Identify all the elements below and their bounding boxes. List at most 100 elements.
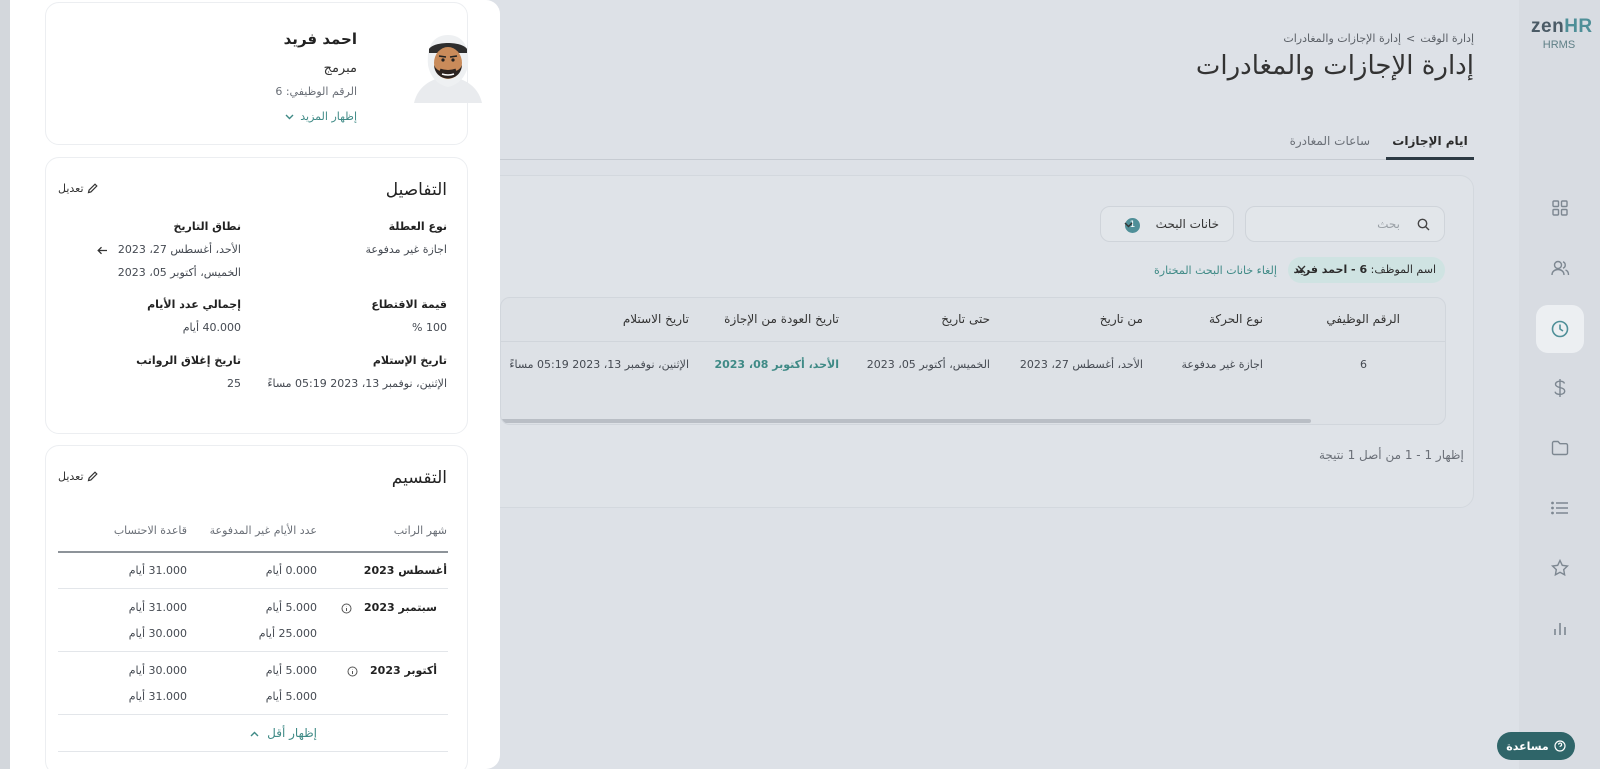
pagination-summary: إظهار 1 - 1 من أصل 1 نتيجة [1319,448,1464,462]
details-title: التفاصيل [385,180,447,200]
filter-fields-button[interactable]: خانات البحث 1 [1100,206,1234,242]
show-more-button[interactable]: إظهار المزيد [285,110,357,123]
close-icon[interactable] [1296,264,1307,275]
nav-requests[interactable] [1540,488,1580,528]
deduction-value: 100 % [412,321,447,334]
column-header-employee-id: الرقم الوظيفي [1326,312,1400,326]
month-value: أغسطس 2023 [363,564,447,577]
dollar-icon [1554,379,1566,397]
list-icon [1551,501,1568,515]
basis-value: 31.000 أيام [128,601,187,614]
nav-documents[interactable] [1540,428,1580,468]
column-header-salary-month: شهر الراتب [393,524,447,537]
app-sidebar: zenHR HRMS [1519,0,1600,769]
help-button[interactable]: مساعدة [1497,732,1575,760]
edit-label: تعديل [58,182,84,195]
info-icon[interactable] [341,603,352,614]
tab-departure-hours[interactable]: ساعات المغادرة [1290,134,1370,148]
row-divider [58,651,448,652]
page-title: إدارة الإجازات والمغادرات [1195,51,1474,81]
unpaid-days-value: 0.000 أيام [265,564,317,577]
leave-details-panel: احمد فريد مبرمج الرقم الوظيفي: 6 إظهار ا… [0,0,500,769]
cell-to-date: الخميس، أكتوبر 05، 2023 [866,358,990,371]
nav-payroll[interactable] [1540,368,1580,408]
payroll-close-label: تاريخ إغلاق الرواتب [136,354,241,367]
logo-accent: HR [1564,16,1593,37]
info-icon[interactable] [347,666,358,677]
basis-value: 31.000 أيام [128,690,187,703]
tab-leave-days[interactable]: ايام الإجازات [1386,134,1474,160]
unpaid-days-value: 5.000 أيام [265,664,317,677]
chevron-down-icon [1124,222,1133,228]
users-icon [1551,260,1570,276]
month-cell: سبتمبر 2023 [341,601,437,614]
deduction-label: قيمة الاقتطاع [371,298,447,311]
cell-employee-id: 6 [1360,358,1367,371]
division-title: التقسيم [391,468,447,488]
clear-filters-link[interactable]: إلغاء خانات البحث المختارة [1154,264,1277,277]
date-range-label: نطاق التاريخ [173,220,241,233]
unpaid-days-value: 5.000 أيام [265,690,317,703]
avatar [414,35,482,103]
clock-icon [1551,320,1569,338]
basis-value: 30.000 أيام [128,627,187,640]
edit-division-button[interactable]: تعديل [58,470,98,483]
received-date-value: الإثنين، نوفمبر 13، 2023 05:19 مساءً [267,377,447,390]
logo-text: zen [1531,16,1565,37]
zenhr-logo[interactable]: zenHR HRMS [1531,16,1592,51]
column-header-to-date: حتى تاريخ [941,312,990,326]
basis-value: 31.000 أيام [128,564,187,577]
row-divider [58,751,448,752]
filter-label: خانات البحث [1155,217,1219,231]
date-from-value: الأحد، أغسطس 27، 2023 [117,243,241,256]
nav-dashboard[interactable] [1540,188,1580,228]
arrow-left-icon [97,246,108,254]
total-days-value: 40.000 أيام [182,321,241,334]
cell-return-date[interactable]: الأحد، أكتوبر 08، 2023 [714,358,839,371]
help-label: مساعدة [1506,739,1549,753]
search-input[interactable]: بحث [1245,206,1445,242]
breadcrumb-current: إدارة الإجازات والمغادرات [1283,32,1402,45]
question-icon [1554,740,1566,752]
leave-type-value: اجازة غير مدفوعة [365,243,448,256]
cell-transaction-type: اجازة غير مدفوعة [1181,358,1264,371]
edit-details-button[interactable]: تعديل [58,182,98,195]
cell-received-date: الإثنين، نوفمبر 13، 2023 05:19 مساءً [509,358,689,371]
nav-reports[interactable] [1540,608,1580,648]
pencil-icon [87,471,98,482]
horizontal-scrollbar[interactable] [501,419,1311,423]
column-header-calc-basis: قاعدة الاحتساب [113,524,187,537]
active-filter-chip: اسم الموظف: 6 - احمد فريد [1288,257,1445,283]
table-header-divider [501,341,1445,342]
show-less-label: إظهار أقل [267,726,317,740]
employee-id: الرقم الوظيفي: 6 [275,85,357,98]
nav-performance[interactable] [1540,548,1580,588]
breadcrumb-time-management[interactable]: إدارة الوقت [1420,32,1474,45]
nav-time-management[interactable] [1536,305,1584,353]
column-header-return-date: تاريخ العودة من الإجازة [724,312,839,326]
row-divider [58,714,448,715]
nav-employees[interactable] [1540,248,1580,288]
folder-icon [1551,440,1569,456]
breadcrumb-separator: > [1406,32,1416,45]
tab-bar: ايام الإجازات ساعات المغادرة [500,126,1474,160]
grid-icon [1552,200,1568,216]
leave-table: الرقم الوظيفي نوع الحركة من تاريخ حتى تا… [500,297,1446,425]
date-to-value: الخميس، أكتوبر 05، 2023 [117,266,241,279]
leave-type-label: نوع العطلة [388,220,447,233]
received-date-label: تاريخ الإستلام [372,354,447,367]
division-header-divider [58,551,448,553]
cell-from-date: الأحد، أغسطس 27، 2023 [1019,358,1143,371]
month-cell: أكتوبر 2023 [347,664,437,677]
column-header-transaction-type: نوع الحركة [1208,312,1263,326]
show-less-button[interactable]: إظهار أقل [250,726,317,740]
chip-label: اسم الموظف: [1370,263,1436,276]
show-more-label: إظهار المزيد [300,110,357,123]
breadcrumb: إدارة الوقت > إدارة الإجازات والمغادرات [1196,32,1474,45]
employee-job-title: مبرمج [323,61,357,76]
date-range-from: الأحد، أغسطس 27، 2023 [97,243,241,256]
total-days-label: إجمالي عدد الأيام [147,298,241,311]
unpaid-days-value: 5.000 أيام [265,601,317,614]
logo-subtitle: HRMS [1542,39,1576,51]
column-header-from-date: من تاريخ [1099,312,1143,326]
